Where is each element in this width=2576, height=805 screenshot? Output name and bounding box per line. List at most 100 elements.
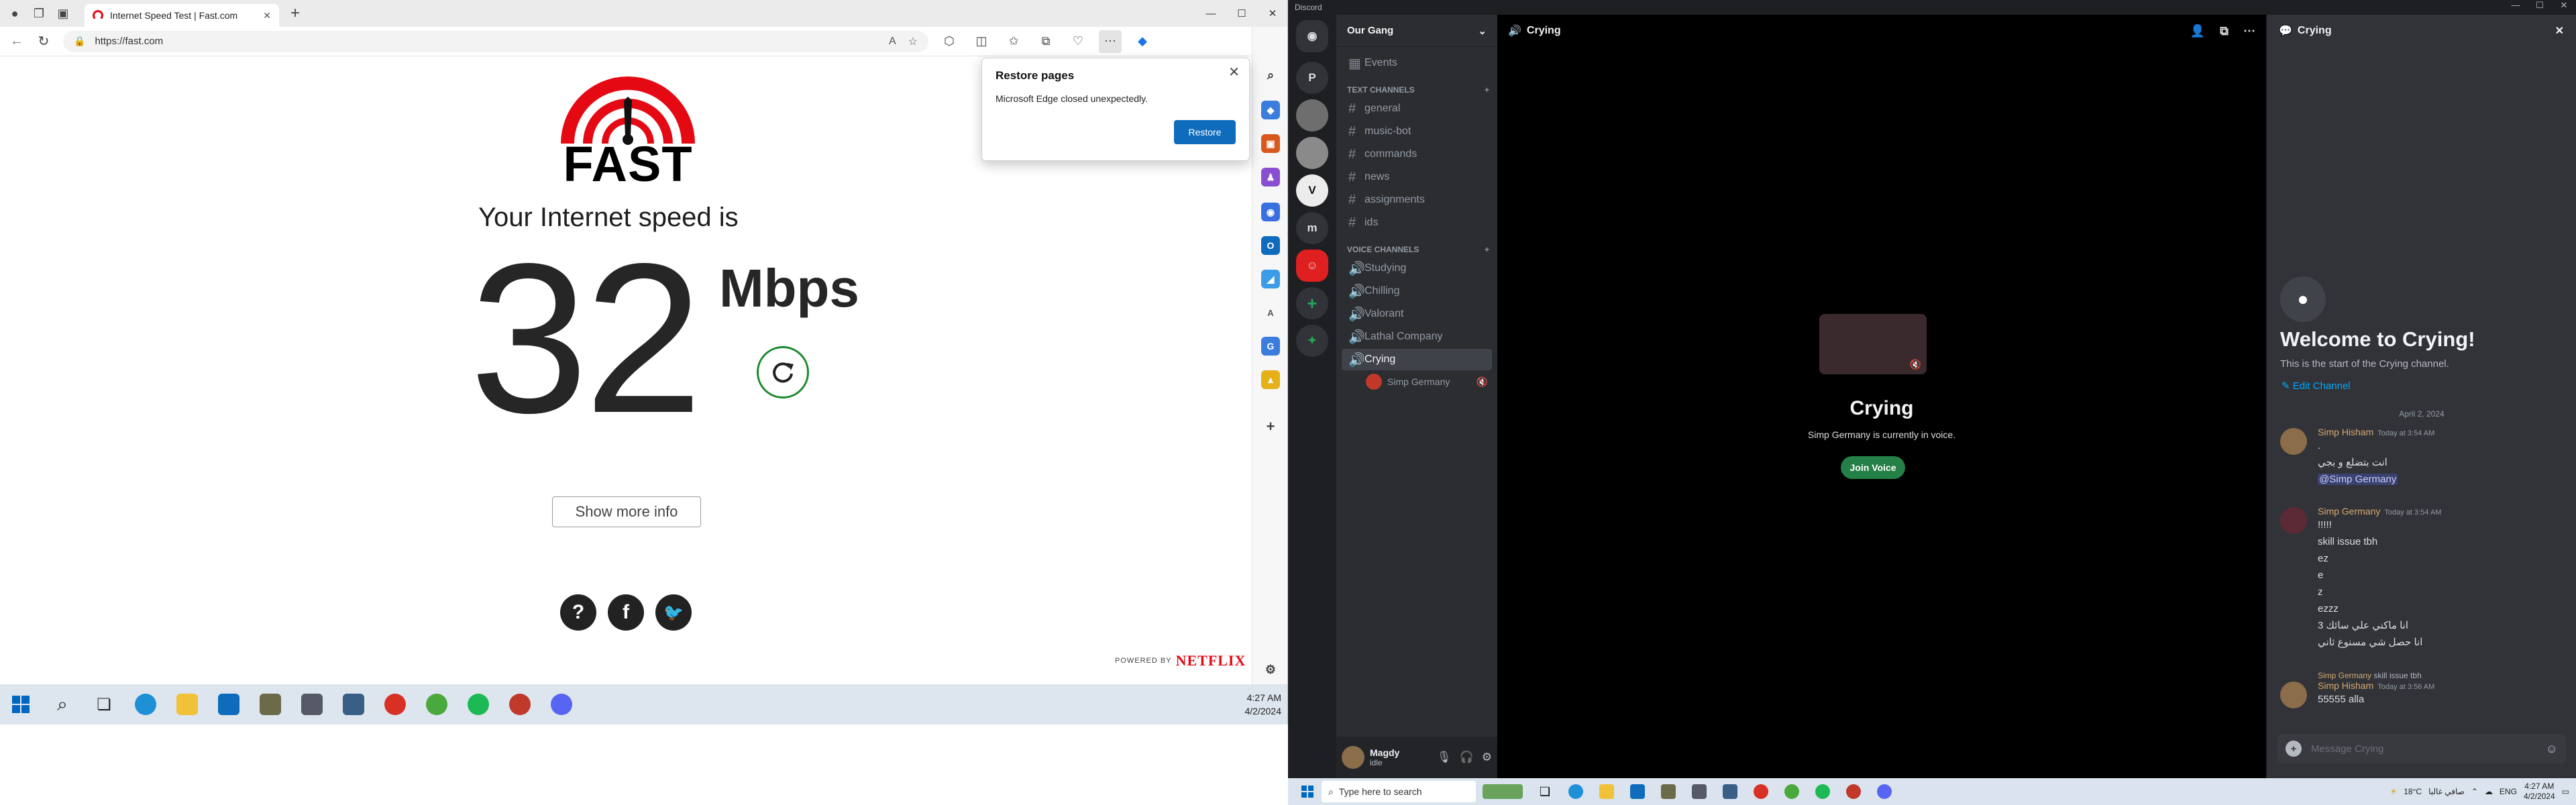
back-icon[interactable]: ←: [7, 32, 27, 52]
edit-channel-link[interactable]: ✎ Edit Channel: [2282, 380, 2351, 392]
favorite-star-icon[interactable]: ☆: [908, 35, 918, 48]
app-icon[interactable]: [250, 684, 291, 724]
clock[interactable]: 4:27 AM 4/2/2024: [2524, 782, 2555, 802]
server-icon[interactable]: V: [1296, 174, 1328, 207]
more-icon[interactable]: ⋯: [2243, 24, 2255, 38]
app-icon[interactable]: [1684, 778, 1715, 805]
emoji-icon[interactable]: ☺: [2546, 742, 2558, 756]
text-category[interactable]: TEXT CHANNELS +: [1336, 83, 1497, 97]
edge-taskbar-icon[interactable]: [125, 684, 166, 724]
retest-button[interactable]: [757, 346, 809, 398]
clock[interactable]: 4:27 AM 4/2/2024: [1245, 691, 1282, 718]
restore-button[interactable]: Restore: [1174, 120, 1236, 144]
search-icon[interactable]: ⌕: [1261, 66, 1280, 85]
channel-commands[interactable]: # commands: [1342, 144, 1492, 165]
attach-icon[interactable]: +: [2286, 741, 2302, 757]
server-header[interactable]: Our Gang ⌄: [1336, 15, 1497, 47]
games-icon[interactable]: ♟: [1261, 168, 1280, 186]
voice-lathal-company[interactable]: 🔊 Lathal Company: [1342, 326, 1492, 347]
netflix-logo[interactable]: NETFLIX: [1176, 652, 1246, 669]
drop-icon[interactable]: ◢: [1261, 270, 1280, 288]
chat-message[interactable]: Simp Germany Today at 3:54 AM !!!!! skill…: [2280, 506, 2569, 651]
browser-essentials-icon[interactable]: ♡: [1067, 30, 1089, 53]
collections-icon[interactable]: ⧉: [1034, 30, 1057, 53]
chrome-icon[interactable]: [374, 684, 416, 724]
tray-chevron-icon[interactable]: ⌃: [2471, 787, 2478, 796]
taskbar-search-input[interactable]: ⌕ Type here to search: [1322, 781, 1476, 802]
channel-news[interactable]: # news: [1342, 166, 1492, 188]
add-sidebar-icon[interactable]: +: [1261, 417, 1280, 436]
copilot-icon[interactable]: ◆: [1131, 30, 1154, 53]
server-icon[interactable]: ☺: [1296, 250, 1328, 282]
maximize-icon[interactable]: ☐: [1226, 0, 1257, 27]
edge-taskbar-icon[interactable]: [1560, 778, 1591, 805]
favorites-icon[interactable]: ✩: [1002, 30, 1025, 53]
close-tab-icon[interactable]: ✕: [263, 10, 271, 21]
add-channel-icon[interactable]: +: [1485, 85, 1489, 95]
explore-icon[interactable]: ✦: [1296, 325, 1328, 357]
workspaces-icon[interactable]: ❐: [30, 4, 48, 23]
minimize-icon[interactable]: —: [1195, 0, 1226, 27]
microsoft365-icon[interactable]: ◉: [1261, 203, 1280, 221]
file-explorer-icon[interactable]: [1591, 778, 1622, 805]
show-more-info-button[interactable]: Show more info: [552, 496, 701, 527]
twitter-icon[interactable]: 🐦: [655, 594, 692, 631]
sidebar-settings-icon[interactable]: ⚙: [1261, 660, 1280, 679]
channel-assignments[interactable]: # assignments: [1342, 189, 1492, 211]
spotify-icon[interactable]: [1807, 778, 1838, 805]
weather-temp[interactable]: 18°C: [2404, 787, 2422, 796]
chat-message[interactable]: Simp Germany skill issue tbh Simp Hisham…: [2280, 671, 2569, 708]
avatar[interactable]: [2280, 507, 2307, 534]
close-window-icon[interactable]: ✕: [2552, 0, 2576, 11]
app-icon[interactable]: [291, 684, 333, 724]
discord-taskbar-icon[interactable]: [1869, 778, 1900, 805]
settings-icon[interactable]: ⚙: [1482, 751, 1492, 764]
task-view-icon[interactable]: ❏: [1529, 778, 1560, 805]
close-popup-icon[interactable]: ✕: [1228, 64, 1240, 80]
discord-home-icon[interactable]: ◉: [1296, 20, 1328, 52]
user-mention[interactable]: @Simp Germany: [2318, 474, 2398, 485]
server-icon[interactable]: m: [1296, 212, 1328, 244]
server-icon[interactable]: P: [1296, 62, 1328, 94]
address-bar[interactable]: 🔒 https://fast.com A ☆: [63, 30, 928, 52]
author-name[interactable]: Simp Germany: [2318, 506, 2380, 517]
profile-icon[interactable]: ●: [5, 4, 24, 23]
chrome-icon[interactable]: [1746, 778, 1776, 805]
new-tab-button[interactable]: +: [284, 3, 306, 24]
channel-general[interactable]: # general: [1342, 98, 1492, 119]
tag-icon[interactable]: ◆: [1261, 101, 1280, 119]
close-window-icon[interactable]: ✕: [1257, 0, 1287, 27]
avatar[interactable]: [2280, 428, 2307, 455]
translate-icon[interactable]: G: [1261, 337, 1280, 356]
channel-ids[interactable]: # ids: [1342, 212, 1492, 233]
widgets-icon[interactable]: [1476, 778, 1529, 805]
file-explorer-icon[interactable]: [166, 684, 208, 724]
browser-tab[interactable]: Internet Speed Test | Fast.com ✕: [85, 4, 279, 27]
invite-icon[interactable]: 👤: [2190, 24, 2205, 38]
app-icon[interactable]: [499, 684, 541, 724]
shopping-icon[interactable]: ▣: [1261, 134, 1280, 153]
notifications-icon[interactable]: ▭: [2562, 787, 2569, 796]
voice-participant-tile[interactable]: 🔇: [1819, 314, 1927, 374]
channel-music-bot[interactable]: # music-bot: [1342, 121, 1492, 142]
message-input[interactable]: + Message Crying ☺: [2277, 734, 2566, 763]
extensions-icon[interactable]: ⬡: [938, 30, 961, 53]
close-icon[interactable]: ✕: [2555, 24, 2564, 38]
app-icon[interactable]: ▲: [1261, 370, 1280, 389]
popout-icon[interactable]: ⧉: [2220, 24, 2229, 38]
headphones-icon[interactable]: 🎧: [1460, 751, 1474, 764]
voice-crying[interactable]: 🔊 Crying: [1342, 349, 1492, 370]
server-icon[interactable]: [1296, 137, 1328, 169]
facebook-icon[interactable]: f: [608, 594, 644, 631]
refresh-icon[interactable]: ↻: [34, 32, 54, 52]
avatar[interactable]: [2280, 682, 2307, 708]
spotify-icon[interactable]: [458, 684, 499, 724]
search-icon[interactable]: ⌕: [42, 684, 83, 724]
windows-start-icon[interactable]: [0, 684, 42, 724]
discord-taskbar-icon[interactable]: [541, 684, 582, 724]
microphone-icon[interactable]: 🎙: [1437, 751, 1452, 764]
events-item[interactable]: ▦ Events: [1342, 52, 1492, 74]
chat-message[interactable]: Simp Hisham Today at 3:54 AM . انت بتضلع …: [2280, 427, 2569, 488]
voice-category[interactable]: VOICE CHANNELS +: [1336, 243, 1497, 256]
voice-valorant[interactable]: 🔊 Valorant: [1342, 303, 1492, 325]
